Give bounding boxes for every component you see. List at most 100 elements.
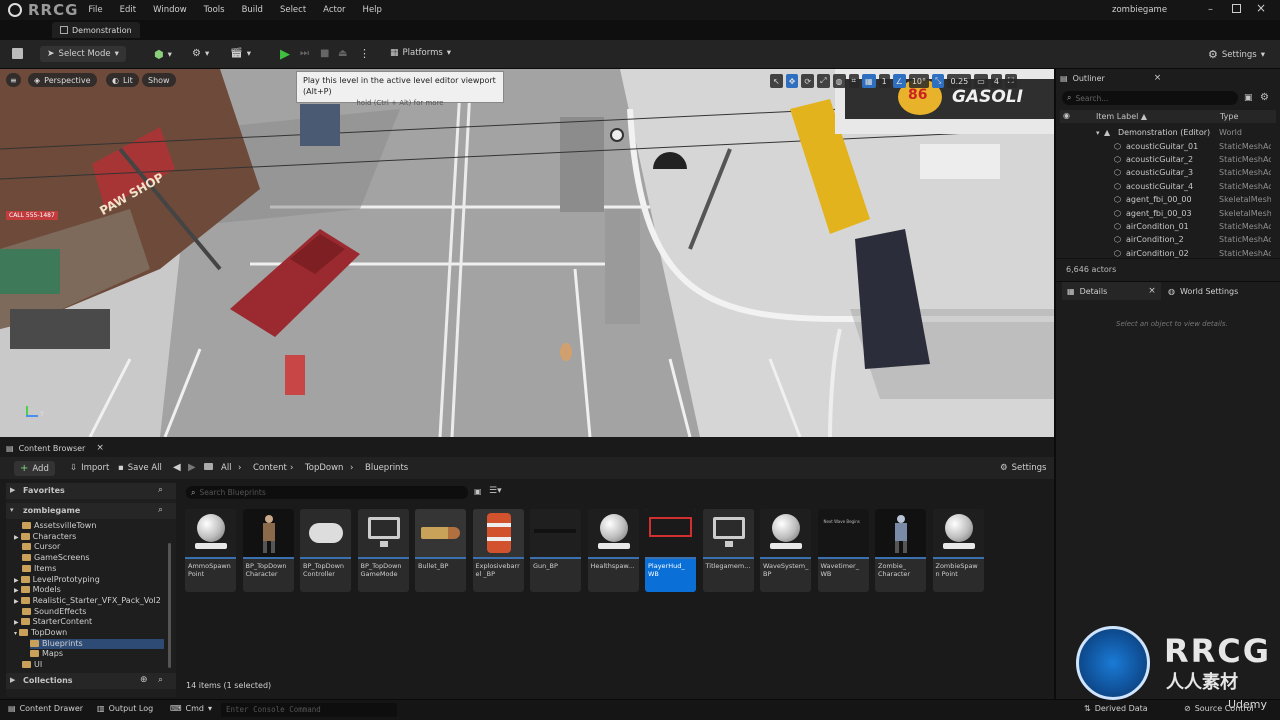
close-icon[interactable]: × xyxy=(1154,73,1162,83)
save-button[interactable] xyxy=(12,48,23,59)
asset-search[interactable]: ⌕ Search Blueprints xyxy=(186,486,468,499)
path-blueprints[interactable]: Blueprints xyxy=(365,463,408,473)
gear-icon[interactable]: ⚙ xyxy=(1260,92,1269,103)
outliner-row[interactable]: ⬡ acousticGuitar_4 StaticMeshActor xyxy=(1058,180,1272,193)
minimize-button[interactable]: – xyxy=(1208,4,1220,16)
skip-button[interactable]: ⏭ xyxy=(300,48,309,59)
asset-tile[interactable]: Next Wave Begins Wavetimer_ WB xyxy=(817,509,869,592)
platforms-button[interactable]: ▦ Platforms ▾ xyxy=(390,48,451,58)
details-tab[interactable]: ▦ Details × xyxy=(1062,282,1161,300)
close-icon[interactable]: × xyxy=(1148,286,1156,296)
scale-snap-icon[interactable]: ⤡ xyxy=(932,74,945,88)
asset-tile[interactable]: BP_TopDown Character xyxy=(242,509,294,592)
asset-tile[interactable]: Zombie_ Character xyxy=(875,509,926,592)
rotate-tool-icon[interactable]: ⟳ xyxy=(801,74,815,88)
folder-tree-item[interactable]: Blueprints xyxy=(30,638,164,650)
path-all[interactable]: All xyxy=(221,463,232,473)
outliner-row[interactable]: ⬡ agent_fbi_00_03 SkeletalMeshActor xyxy=(1058,207,1272,220)
column-item-label[interactable]: Item Label ▲ xyxy=(1096,112,1147,121)
move-tool-icon[interactable]: ✥ xyxy=(785,74,799,88)
asset-tile[interactable]: AmmoSpawn Point xyxy=(185,509,236,592)
save-search-icon[interactable]: ▣ xyxy=(474,487,482,496)
level-viewport[interactable]: PAW SHOP CALL 555-1487 86 GASOLI ≡ ◈ Per… xyxy=(0,69,1054,437)
grid-snap-value[interactable]: 1 xyxy=(878,74,890,88)
outliner-row[interactable]: ⬡ acousticGuitar_2 StaticMeshActor xyxy=(1058,153,1272,166)
rotation-snap-icon[interactable]: ∠ xyxy=(892,74,906,88)
derived-data-button[interactable]: ⇅ Derived Data xyxy=(1084,704,1148,713)
folder-tree-item[interactable]: Items xyxy=(22,564,56,575)
asset-tile[interactable]: PlayerHud_ WB xyxy=(645,509,696,592)
surface-snap-icon[interactable]: ⌗ xyxy=(848,74,860,88)
folder-tree-item[interactable]: ▶ LevelPrototyping xyxy=(14,575,100,586)
scale-snap-value[interactable]: 0.25 xyxy=(947,74,972,88)
blueprints-button[interactable]: ⚙ ▾ xyxy=(192,48,209,59)
content-browser-tab[interactable]: ▤ Content Browser × xyxy=(6,439,104,457)
scale-tool-icon[interactable]: ⤢ xyxy=(817,74,830,88)
camera-speed-value[interactable]: 4 xyxy=(990,74,1002,88)
close-button[interactable]: × xyxy=(1256,1,1266,15)
path-topdown[interactable]: TopDown xyxy=(305,463,343,473)
folder-tree-item[interactable]: ▶ Models xyxy=(14,585,61,596)
viewport-menu-button[interactable]: ≡ xyxy=(6,73,21,87)
asset-tile[interactable]: Healthspaw... xyxy=(587,509,639,592)
project-header[interactable]: ▾ zombiegame ⌕ xyxy=(6,503,176,519)
add-actor-button[interactable]: ⬢ ▾ xyxy=(154,48,172,61)
asset-tile[interactable]: Titlegamem... xyxy=(702,509,754,592)
outliner-root-row[interactable]: ▾ ▲ Demonstration (Editor) World xyxy=(1058,126,1272,139)
menu-edit[interactable]: Edit xyxy=(120,5,136,15)
settings-button[interactable]: ⚙ Settings ▾ xyxy=(1208,48,1265,61)
console-input[interactable]: Enter Console Command xyxy=(221,703,397,717)
cb-settings-button[interactable]: ⚙ Settings xyxy=(1000,463,1047,473)
maximize-button[interactable] xyxy=(1232,4,1241,13)
tree-scrollbar[interactable] xyxy=(168,543,171,668)
select-tool-icon[interactable]: ↖ xyxy=(770,74,783,88)
back-icon[interactable]: ◀ xyxy=(173,462,181,473)
folder-tree-item[interactable]: ▾ TopDown xyxy=(14,628,67,639)
outliner-row[interactable]: ⬡ acousticGuitar_3 StaticMeshActor xyxy=(1058,166,1272,179)
search-icon[interactable]: ⌕ xyxy=(158,505,163,515)
perspective-button[interactable]: ◈ Perspective xyxy=(28,73,97,87)
path-content[interactable]: Content xyxy=(253,463,287,473)
menu-file[interactable]: File xyxy=(88,5,102,15)
expand-arrow-icon[interactable]: ▾ xyxy=(14,630,17,637)
forward-icon[interactable]: ▶ xyxy=(188,462,196,473)
outliner-row[interactable]: ⬡ acousticGuitar_01 StaticMeshActor xyxy=(1058,140,1272,153)
add-collection-icon[interactable]: ⊕ xyxy=(140,675,148,685)
expand-arrow-icon[interactable]: ▶ xyxy=(14,534,19,541)
world-settings-tab[interactable]: ◍ World Settings xyxy=(1168,282,1238,300)
filter-icon[interactable]: ☰▾ xyxy=(489,486,502,496)
folder-add-icon[interactable]: ▣ xyxy=(1244,93,1253,103)
outliner-row[interactable]: ⬡ agent_fbi_00_00 SkeletalMeshActor xyxy=(1058,193,1272,206)
menu-select[interactable]: Select xyxy=(280,5,306,15)
menu-window[interactable]: Window xyxy=(153,5,187,15)
maximize-viewport-icon[interactable]: ⛶ xyxy=(1004,74,1017,88)
folder-tree-item[interactable]: Cursor xyxy=(22,542,60,553)
close-icon[interactable]: × xyxy=(96,443,104,453)
menu-help[interactable]: Help xyxy=(363,5,382,15)
eject-button[interactable]: ⏏ xyxy=(338,48,347,59)
search-icon[interactable]: ⌕ xyxy=(158,485,163,495)
save-all-button[interactable]: ▪ Save All xyxy=(118,463,162,473)
menu-actor[interactable]: Actor xyxy=(323,5,345,15)
asset-tile[interactable]: Gun_BP xyxy=(530,509,581,592)
asset-tile[interactable]: WaveSystem_ BP xyxy=(760,509,811,592)
expand-arrow-icon[interactable]: ▶ xyxy=(14,598,19,605)
folder-tree-item[interactable]: ▶ Realistic_Starter_VFX_Pack_Vol2 xyxy=(14,596,161,607)
folder-tree-item[interactable]: UI xyxy=(22,660,42,671)
outliner-row[interactable]: ⬡ airCondition_2 StaticMeshActor xyxy=(1058,233,1272,246)
expand-arrow-icon[interactable]: ▶ xyxy=(14,587,19,594)
folder-tree-item[interactable]: ▶ Characters xyxy=(14,532,76,543)
collections-header[interactable]: ▶ Collections ⊕ ⌕ xyxy=(6,673,176,689)
folder-tree-item[interactable]: GameScreens xyxy=(22,553,90,564)
outliner-row[interactable]: ⬡ airCondition_01 StaticMeshActor xyxy=(1058,220,1272,233)
stop-button[interactable]: ■ xyxy=(320,48,329,59)
cinematics-button[interactable]: 🎬︎ ▾ xyxy=(230,48,251,59)
rotation-snap-value[interactable]: 10° xyxy=(908,74,930,88)
world-space-icon[interactable]: ◍ xyxy=(832,74,846,88)
asset-tile[interactable]: Explosivebarrel _BP xyxy=(472,509,524,592)
asset-tile[interactable]: BP_TopDown GameMode xyxy=(357,509,409,592)
favorites-header[interactable]: ▶ Favorites ⌕ xyxy=(6,483,176,499)
outliner-tab[interactable]: ▤ Outliner × xyxy=(1060,69,1161,87)
lit-button[interactable]: ◐ Lit xyxy=(106,73,139,87)
unreal-logo-icon[interactable] xyxy=(8,3,22,17)
